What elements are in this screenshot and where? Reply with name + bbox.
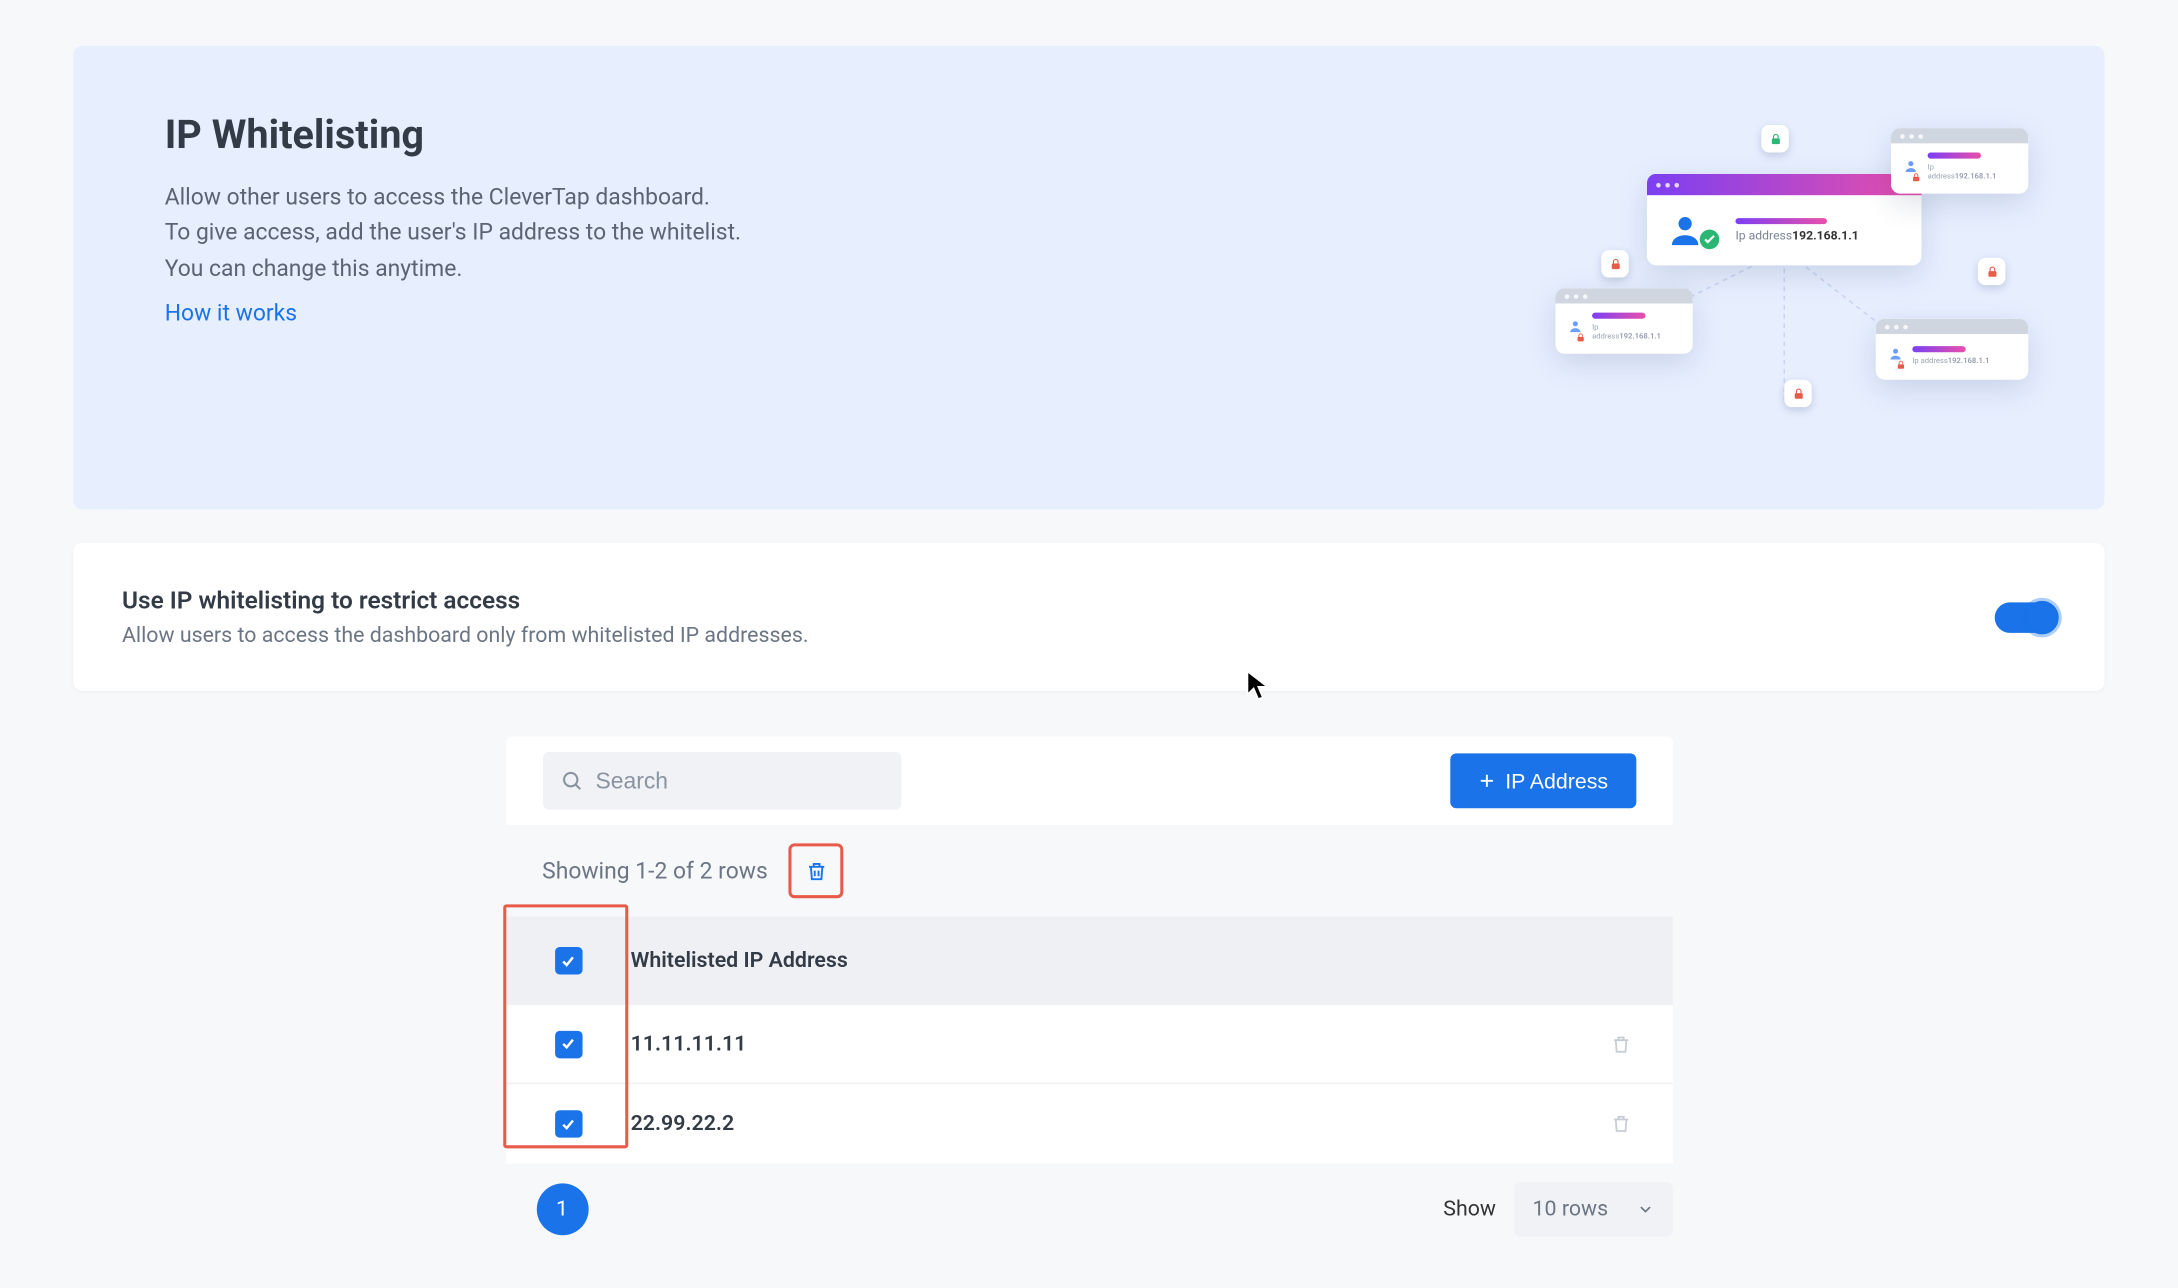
restrict-access-title: Use IP whitelisting to restrict access: [122, 586, 808, 615]
ip-whitelisting-banner: IP Whitelisting Allow other users to acc…: [73, 46, 2104, 510]
show-label: Show: [1443, 1197, 1496, 1221]
table-row: 22.99.22.2: [506, 1084, 1673, 1163]
search-icon: [560, 769, 583, 792]
lock-icon: [1985, 265, 1999, 279]
rows-per-page-value: 10 rows: [1533, 1197, 1609, 1221]
lock-icon: [1608, 257, 1622, 271]
illustration-ip-3: Ip address192.168.1.1: [1912, 356, 1989, 365]
banner-line1: Allow other users to access the CleverTa…: [165, 180, 741, 215]
table-header-ip: Whitelisted IP Address: [631, 949, 1599, 973]
row-count-text: Showing 1-2 of 2 rows: [542, 857, 768, 884]
lock-icon: [1768, 132, 1782, 146]
table-row: 11.11.11.11: [506, 1005, 1673, 1084]
restrict-access-card: Use IP whitelisting to restrict access A…: [73, 543, 2104, 691]
ip-table-card: IP Address Showing 1-2 of 2 rows Whiteli…: [506, 737, 1673, 1164]
restrict-access-subtitle: Allow users to access the dashboard only…: [122, 624, 808, 648]
banner-illustration: Ip address192.168.1.1 Ip address192.168.…: [1556, 113, 2014, 449]
row-ip-value: 11.11.11.11: [631, 1032, 1599, 1056]
lock-icon: [1896, 360, 1907, 371]
page-title: IP Whitelisting: [165, 113, 741, 159]
illustration-ip-label: Ip address: [1735, 229, 1792, 243]
select-all-checkbox[interactable]: [554, 947, 581, 974]
row-delete-button[interactable]: [1599, 1023, 1642, 1066]
row-checkbox[interactable]: [554, 1030, 581, 1057]
lock-icon: [1575, 332, 1586, 343]
page-number-button[interactable]: 1: [536, 1183, 588, 1235]
how-it-works-link[interactable]: How it works: [165, 299, 297, 326]
check-icon: [560, 952, 577, 969]
row-checkbox[interactable]: [554, 1110, 581, 1137]
table-header-row: Whitelisted IP Address: [506, 917, 1673, 1005]
illustration-ip-1: Ip address192.168.1.1: [1928, 163, 1997, 181]
page-number-label: 1: [556, 1197, 568, 1221]
restrict-access-toggle[interactable]: [1995, 602, 2056, 633]
add-ip-button[interactable]: IP Address: [1450, 753, 1635, 808]
search-input-wrapper[interactable]: [542, 752, 900, 810]
rows-per-page-select[interactable]: 10 rows: [1514, 1182, 1672, 1237]
plus-icon: [1478, 772, 1496, 790]
cursor-icon: [1246, 670, 1270, 701]
check-circle-icon: [1699, 229, 1720, 250]
trash-icon: [1610, 1113, 1631, 1134]
bulk-delete-button[interactable]: [789, 843, 844, 898]
banner-line2: To give access, add the user's IP addres…: [165, 215, 741, 250]
illustration-ip-2: Ip address192.168.1.1: [1592, 323, 1661, 341]
add-ip-button-label: IP Address: [1505, 769, 1608, 793]
check-icon: [560, 1116, 577, 1133]
check-icon: [560, 1035, 577, 1052]
trash-icon: [1610, 1033, 1631, 1054]
lock-icon: [1911, 172, 1922, 183]
search-input[interactable]: [596, 768, 883, 794]
row-delete-button[interactable]: [1599, 1103, 1642, 1146]
illustration-ip-value: 192.168.1.1: [1792, 229, 1859, 243]
banner-line3: You can change this anytime.: [165, 251, 741, 286]
trash-icon: [805, 859, 828, 882]
lock-icon: [1791, 387, 1805, 401]
chevron-down-icon: [1636, 1200, 1654, 1218]
row-ip-value: 22.99.22.2: [631, 1112, 1599, 1136]
